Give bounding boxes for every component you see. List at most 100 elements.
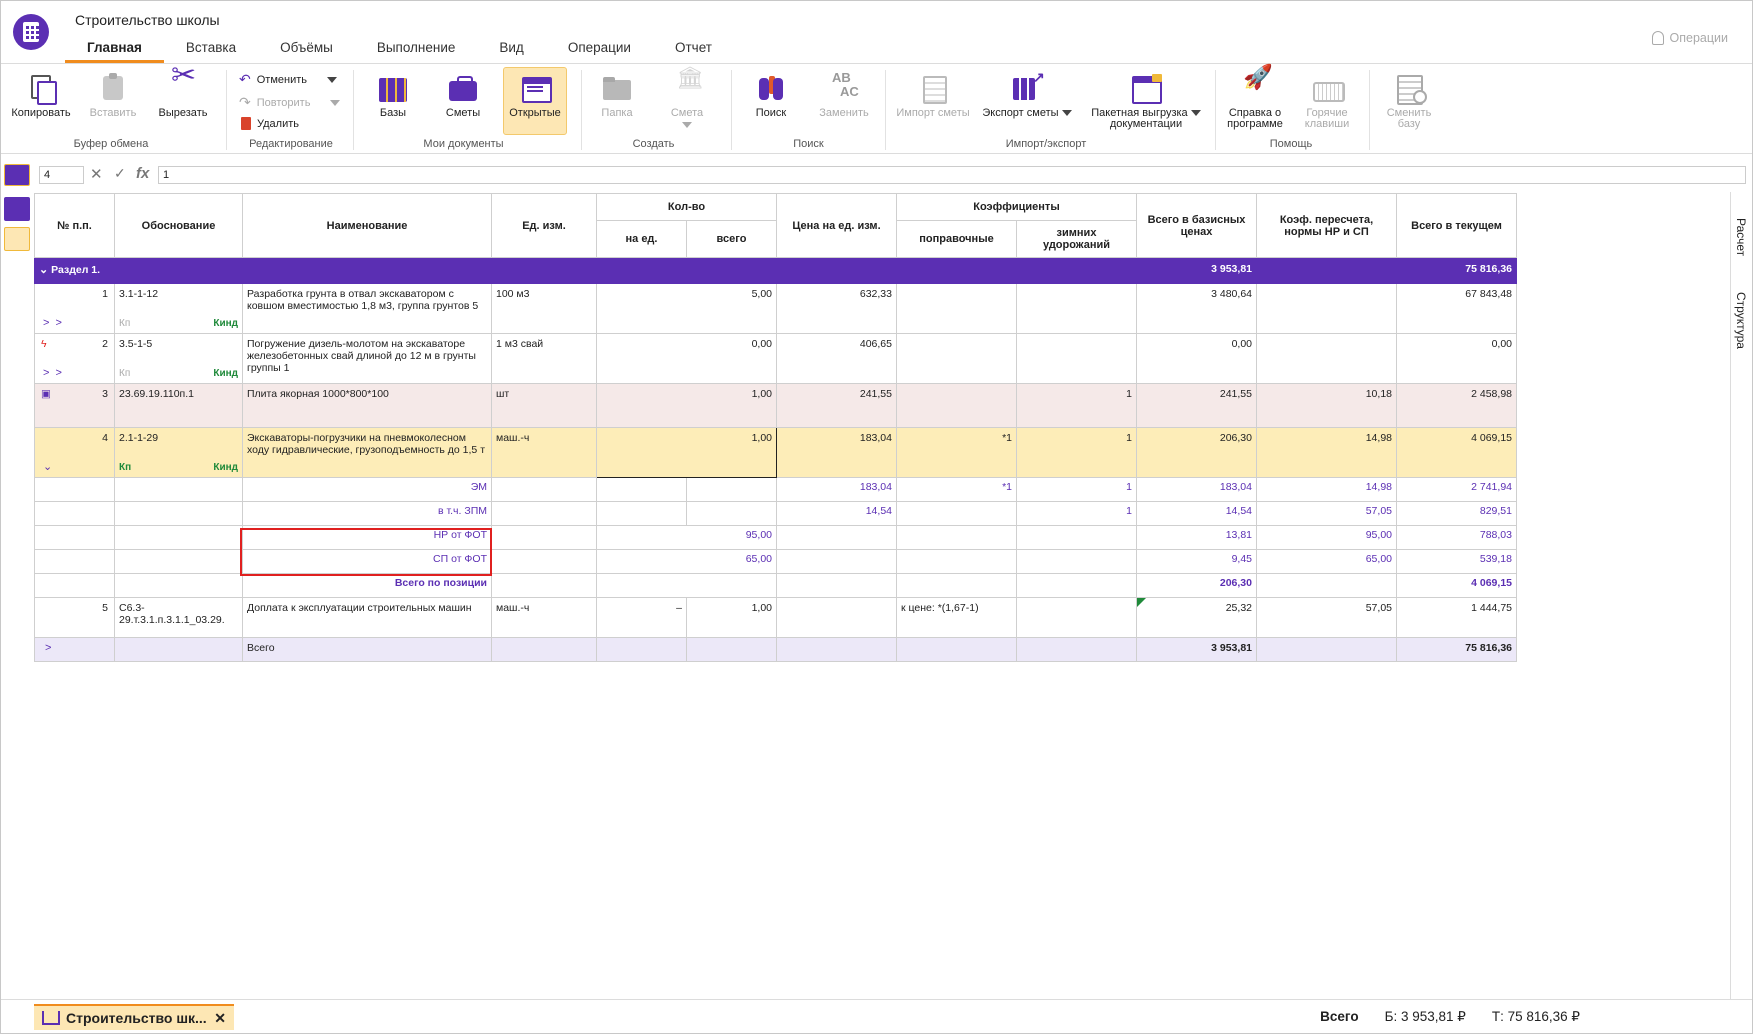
table-row[interactable]: ϟ 2 > > 3.5-1-5 Кп Кинд Погружение дизель-мо… <box>34 333 1517 384</box>
tab-execution[interactable]: Выполнение <box>355 37 478 63</box>
col-coef-corr[interactable]: поправочные <box>896 220 1017 258</box>
search-group-label: Поиск <box>793 138 824 150</box>
row-corr <box>896 283 1017 334</box>
col-total-base[interactable]: Всего в базисных ценах <box>1136 193 1257 258</box>
formula-input[interactable]: 1 <box>158 166 1746 184</box>
row-qty-total[interactable]: 5,00 <box>596 283 777 334</box>
col-total-cur[interactable]: Всего в текущем <box>1396 193 1517 258</box>
tab-view[interactable]: Вид <box>477 37 545 63</box>
replace-button[interactable]: Заменить <box>812 72 876 119</box>
tab-report[interactable]: Отчет <box>653 37 734 63</box>
col-recalc[interactable]: Коэф. пересчета, нормы НР и СП <box>1256 193 1397 258</box>
chevron-down-icon[interactable]: ⌄ <box>39 264 48 276</box>
paste-button[interactable]: Вставить <box>81 72 145 119</box>
app-logo-icon[interactable] <box>13 14 49 50</box>
function-icon[interactable]: fx <box>136 165 149 182</box>
cut-button[interactable]: Вырезать <box>151 70 215 119</box>
chevron-down-icon[interactable] <box>1061 110 1072 116</box>
delete-button[interactable]: Удалить <box>241 117 299 130</box>
opened-button[interactable]: Открытые <box>503 67 567 135</box>
table-row[interactable]: 5 С6.3-29.т.3.1.п.3.1.1_03.29. Доплата к… <box>34 597 1517 638</box>
export-button[interactable]: Экспорт сметы <box>979 72 1075 119</box>
row-winter <box>1016 597 1137 638</box>
bases-button[interactable]: Базы <box>363 72 423 119</box>
col-coef[interactable]: Коэффициенты <box>896 193 1137 221</box>
table-row-selected[interactable]: 4 ⌄ 2.1-1-29 Кп Кинд Экскаваторы-погрузчики… <box>34 427 1517 478</box>
tab-structure[interactable]: Структура <box>1732 280 1750 361</box>
kind-label[interactable]: Кинд <box>213 462 238 473</box>
col-price[interactable]: Цена на ед. изм. <box>776 193 897 258</box>
table-row[interactable]: ▣ 3 23.69.19.110п.1 Плита якорная 1000*80… <box>34 383 1517 428</box>
tab-main[interactable]: Главная <box>65 37 164 63</box>
subrow-total[interactable]: Всего по позиции 206,30 4 069,15 <box>34 573 1517 598</box>
smety-button[interactable]: Сметы <box>433 72 493 119</box>
search-button[interactable]: Поиск <box>741 72 801 119</box>
folder-button[interactable]: Папка <box>587 72 647 119</box>
chevron-right-icon[interactable]: > > <box>43 367 62 379</box>
row-unit: 100 м3 <box>491 283 597 334</box>
tab-raschet[interactable]: Расчет <box>1732 206 1750 269</box>
subrow-em[interactable]: ЭМ 183,04 *1 1 183,04 14,98 2 741,94 <box>34 477 1517 502</box>
col-name[interactable]: Наименование <box>242 193 492 258</box>
kp-label[interactable]: Кп <box>119 368 130 379</box>
section-row[interactable]: ⌄ Раздел 1. 3 953,81 75 816,36 <box>34 257 1517 284</box>
row-qty-per[interactable]: – <box>596 597 687 638</box>
col-basis[interactable]: Обоснование <box>114 193 243 258</box>
new-smeta-button[interactable]: Смета <box>657 72 717 128</box>
chevron-down-icon[interactable] <box>682 122 692 128</box>
kp-label[interactable]: Кп <box>119 318 130 329</box>
chevron-down-icon[interactable]: ⌄ <box>43 460 52 473</box>
batch-export-button[interactable]: Пакетная выгрузка документации <box>1087 72 1205 130</box>
row-qty-total[interactable]: 1,00 <box>596 383 777 428</box>
opened-side-icon[interactable] <box>4 227 30 251</box>
row-qty-total[interactable]: 0,00 <box>596 333 777 384</box>
hotkeys-button[interactable]: Горячие клавиши <box>1295 72 1359 130</box>
hotkeys-label-2: клавиши <box>1304 118 1350 130</box>
sub-empty <box>896 549 1017 574</box>
redo-button[interactable]: ↷ Повторить <box>239 94 341 111</box>
grid-nav-icon[interactable] <box>4 164 30 186</box>
subrow-zpm[interactable]: в т.ч. ЗПМ 14,54 1 14,54 57,05 829,51 <box>34 501 1517 526</box>
document-tab[interactable]: Строительство шк... ✕ <box>34 1004 234 1030</box>
chevron-down-icon[interactable] <box>327 76 337 83</box>
undo-button[interactable]: ↶ Отменить <box>239 71 337 88</box>
table-row[interactable]: 1 > > 3.1-1-12 Кп Кинд Разработка грунта в … <box>34 283 1517 334</box>
kind-label[interactable]: Кинд <box>213 318 238 329</box>
cancel-icon[interactable]: ✕ <box>90 165 103 183</box>
row-num-cell: ϟ 2 > > <box>34 333 115 384</box>
kind-label[interactable]: Кинд <box>213 368 238 379</box>
change-base-button[interactable]: Сменить базу <box>1377 72 1441 130</box>
active-cell-qty[interactable]: 1,00 <box>596 427 777 478</box>
tab-volumes[interactable]: Объёмы <box>258 37 355 63</box>
chevron-right-icon[interactable]: > <box>45 642 51 654</box>
smety-side-icon[interactable] <box>4 197 30 221</box>
col-qty[interactable]: Кол-во <box>596 193 777 221</box>
grand-total-row[interactable]: > Всего 3 953,81 75 816,36 <box>34 637 1517 662</box>
chevron-down-icon[interactable] <box>330 99 341 106</box>
copy-button[interactable]: Копировать <box>9 72 73 119</box>
winter-h2: удорожаний <box>1042 239 1111 251</box>
row-num-cell: 4 ⌄ <box>34 427 115 478</box>
help-button[interactable]: Справка опрограмме <box>1223 72 1287 130</box>
chevron-down-icon[interactable] <box>1190 110 1201 116</box>
col-qty-per[interactable]: на ед. <box>596 220 687 258</box>
sub-empty <box>34 501 115 526</box>
confirm-icon[interactable]: ✓ <box>114 165 126 182</box>
tab-operations[interactable]: Операции <box>546 37 653 63</box>
col-coef-winter[interactable]: зимних удорожаний <box>1016 220 1137 258</box>
total-empty <box>1016 637 1137 662</box>
import-button[interactable]: Импорт сметы <box>891 72 975 119</box>
col-unit[interactable]: Ед. изм. <box>491 193 597 258</box>
sub-qty: 95,00 <box>596 525 777 550</box>
chevron-right-icon[interactable]: > > <box>43 317 62 329</box>
scissors-icon <box>167 70 199 104</box>
cell-reference-input[interactable]: 4 <box>39 166 84 184</box>
kp-label[interactable]: Кп <box>119 462 131 473</box>
operations-button[interactable]: Операции <box>1651 31 1728 45</box>
close-icon[interactable]: ✕ <box>214 1010 226 1027</box>
col-num[interactable]: № п.п. <box>34 193 115 258</box>
export-icon <box>1011 72 1045 104</box>
row-qty-total[interactable]: 1,00 <box>686 597 777 638</box>
status-bar: Строительство шк... ✕ Всего Б: 3 953,81 … <box>1 999 1752 1033</box>
col-qty-total[interactable]: всего <box>686 220 777 258</box>
